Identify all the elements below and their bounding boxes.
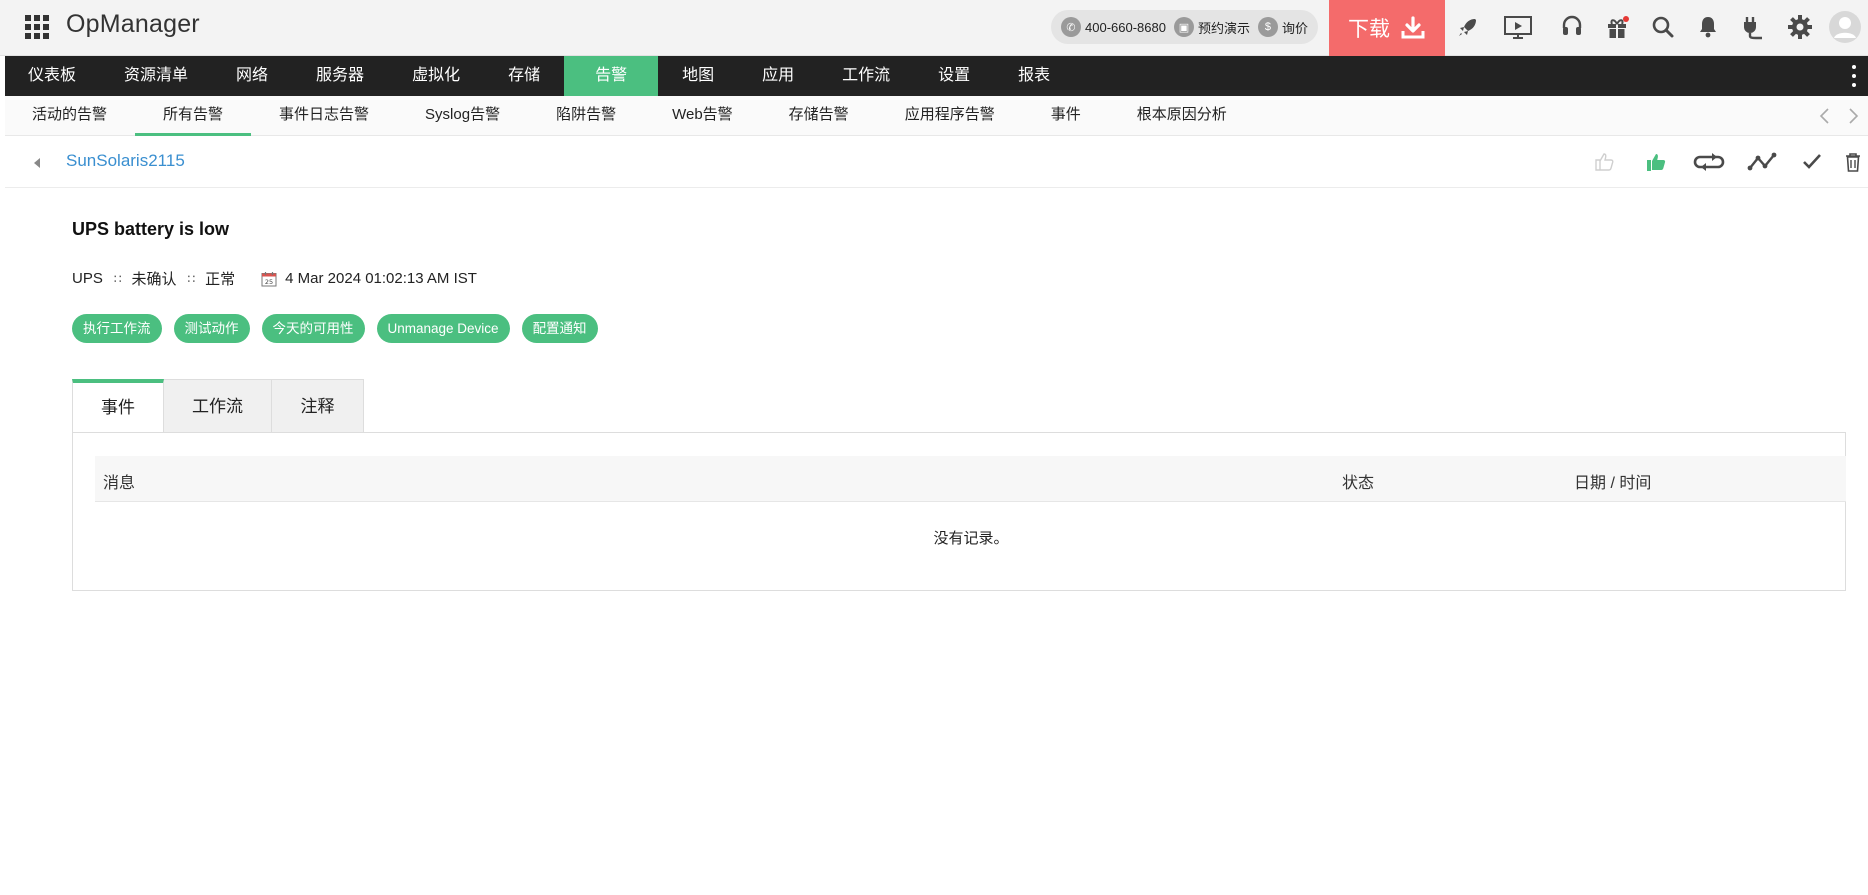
line-graph-icon[interactable] xyxy=(1745,148,1779,176)
demo-link[interactable]: ▣ 预约演示 xyxy=(1173,17,1250,37)
tab-notes[interactable]: 注释 xyxy=(272,379,364,433)
thumbs-up-outline-icon[interactable] xyxy=(1589,148,1619,176)
alarm-ack-state: 未确认 xyxy=(131,271,177,288)
run-workflow-button[interactable]: 执行工作流 xyxy=(72,314,162,343)
download-icon xyxy=(1401,16,1425,39)
phone-link[interactable]: ✆ 400-660-8680 xyxy=(1061,17,1166,37)
nav-item-network[interactable]: 网络 xyxy=(212,56,292,96)
subnav-all-alarms[interactable]: 所有告警 xyxy=(135,96,252,136)
chevron-right-icon[interactable] xyxy=(1845,107,1861,125)
subnav-app-alarms[interactable]: 应用程序告警 xyxy=(877,96,1023,136)
sub-nav: 活动的告警 所有告警 事件日志告警 Syslog告警 陷阱告警 Web告警 存储… xyxy=(5,96,1868,136)
phone-number: 400-660-8680 xyxy=(1085,19,1166,35)
rocket-icon[interactable] xyxy=(1453,12,1483,42)
gear-icon[interactable] xyxy=(1785,12,1815,42)
subnav-trap-alarms[interactable]: 陷阱告警 xyxy=(528,96,644,136)
nav-item-inventory[interactable]: 资源清单 xyxy=(100,56,212,96)
search-icon[interactable] xyxy=(1648,12,1678,42)
repeat-icon[interactable] xyxy=(1691,148,1727,176)
alarm-timestamp: 4 Mar 2024 01:02:13 AM IST xyxy=(285,270,477,287)
download-button[interactable]: 下载 xyxy=(1329,0,1445,56)
quote-link[interactable]: $ 询价 xyxy=(1257,17,1308,37)
device-bar: SunSolaris2115 xyxy=(5,136,1868,188)
quote-label: 询价 xyxy=(1281,20,1308,36)
download-label: 下载 xyxy=(1348,18,1390,41)
app-title: OpManager xyxy=(66,10,200,38)
trash-icon[interactable] xyxy=(1838,148,1868,176)
subnav-storage-alarms[interactable]: 存储告警 xyxy=(761,96,877,136)
alarm-severity: 正常 xyxy=(205,271,236,288)
plug-icon[interactable] xyxy=(1737,12,1767,42)
back-caret-icon[interactable] xyxy=(32,156,42,174)
no-records-message: 没有记录。 xyxy=(933,530,1009,547)
thumbs-up-filled-icon[interactable] xyxy=(1641,148,1671,176)
gift-icon[interactable] xyxy=(1602,12,1632,42)
calendar-day: 25 xyxy=(265,278,273,286)
presentation-icon[interactable] xyxy=(1503,12,1533,42)
subnav-active-alarms[interactable]: 活动的告警 xyxy=(5,96,135,136)
bell-icon[interactable] xyxy=(1693,12,1723,42)
alarm-category: UPS xyxy=(72,270,103,287)
contact-pill: ✆ 400-660-8680 ▣ 预约演示 $ 询价 xyxy=(1051,10,1318,44)
dollar-icon: $ xyxy=(1257,17,1278,37)
phone-icon: ✆ xyxy=(1061,17,1081,37)
chevron-left-icon[interactable] xyxy=(1817,107,1833,125)
nav-item-servers[interactable]: 服务器 xyxy=(292,56,388,96)
subnav-web-alarms[interactable]: Web告警 xyxy=(644,96,761,136)
subnav-eventlog-alarms[interactable]: 事件日志告警 xyxy=(251,96,397,136)
nav-item-apps[interactable]: 应用 xyxy=(738,56,818,96)
unmanage-device-button[interactable]: Unmanage Device xyxy=(376,314,510,343)
avatar-icon[interactable] xyxy=(1828,10,1862,44)
app-grid-icon[interactable] xyxy=(25,15,49,39)
main-nav: 仪表板 资源清单 网络 服务器 虚拟化 存储 告警 地图 应用 工作流 设置 报… xyxy=(5,56,1868,96)
check-icon[interactable] xyxy=(1797,148,1827,176)
nav-item-dashboard[interactable]: 仪表板 xyxy=(5,56,100,96)
events-table-header: 消息 状态 日期 / 时间 xyxy=(95,456,1846,502)
headset-icon[interactable] xyxy=(1557,12,1587,42)
separator-dots: ∷ xyxy=(187,271,196,286)
notification-dot xyxy=(1623,16,1629,22)
configure-notification-button[interactable]: 配置通知 xyxy=(521,314,598,343)
separator-dots: ∷ xyxy=(113,271,122,286)
top-header: OpManager ✆ 400-660-8680 ▣ 预约演示 $ 询价 下载 xyxy=(0,0,1868,56)
events-panel: 消息 状态 日期 / 时间 没有记录。 xyxy=(72,432,1846,591)
demo-icon: ▣ xyxy=(1173,17,1194,37)
detail-tabs: 事件 工作流 注释 xyxy=(72,379,364,433)
nav-item-maps[interactable]: 地图 xyxy=(658,56,738,96)
nav-item-workflow[interactable]: 工作流 xyxy=(818,56,914,96)
nav-item-virtualization[interactable]: 虚拟化 xyxy=(388,56,484,96)
calendar-icon: 25 xyxy=(261,271,277,287)
column-header-status[interactable]: 状态 xyxy=(1342,469,1374,493)
alarm-meta: UPS ∷ 未确认 ∷ 正常 25 4 Mar 2024 01:02:13 AM… xyxy=(72,268,477,289)
subnav-syslog-alarms[interactable]: Syslog告警 xyxy=(397,96,528,136)
alarm-actions: 执行工作流 测试动作 今天的可用性 Unmanage Device 配置通知 xyxy=(72,314,610,343)
subnav-root-cause[interactable]: 根本原因分析 xyxy=(1109,96,1255,136)
nav-item-settings[interactable]: 设置 xyxy=(914,56,994,96)
device-name-link[interactable]: SunSolaris2115 xyxy=(66,151,185,171)
nav-item-reports[interactable]: 报表 xyxy=(994,56,1074,96)
tab-workflow[interactable]: 工作流 xyxy=(164,379,272,433)
column-header-datetime[interactable]: 日期 / 时间 xyxy=(1574,469,1651,493)
demo-label: 预约演示 xyxy=(1197,20,1250,36)
nav-item-storage[interactable]: 存储 xyxy=(484,56,564,96)
todays-availability-button[interactable]: 今天的可用性 xyxy=(261,314,365,343)
alarm-title: UPS battery is low xyxy=(72,219,230,239)
more-menu-icon[interactable] xyxy=(1852,65,1858,87)
column-header-message[interactable]: 消息 xyxy=(103,469,135,493)
test-action-button[interactable]: 测试动作 xyxy=(173,314,250,343)
nav-item-alarms[interactable]: 告警 xyxy=(564,56,659,96)
subnav-events[interactable]: 事件 xyxy=(1023,96,1109,136)
tab-events[interactable]: 事件 xyxy=(72,379,164,433)
